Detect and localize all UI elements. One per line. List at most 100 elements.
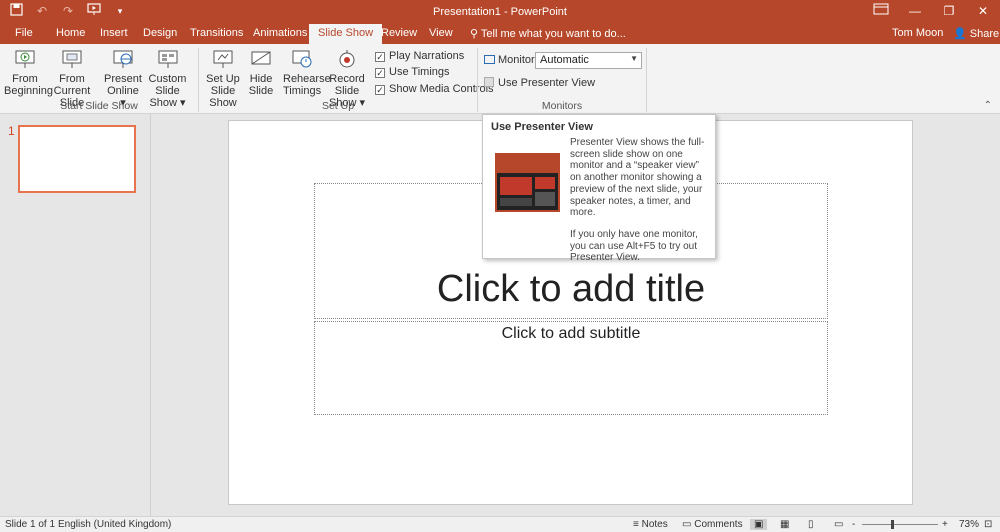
ribbon-tabs: File Home Insert Design Transitions Anim… <box>0 24 1000 44</box>
play-narrations-label: Play Narrations <box>389 50 465 62</box>
chevron-down-icon: ▼ <box>630 54 638 63</box>
tooltip-description: Presenter View shows the full-screen sli… <box>570 137 705 219</box>
from-beginning-icon <box>15 50 35 68</box>
tab-home[interactable]: Home <box>56 27 85 39</box>
zoom-level[interactable]: 73% <box>959 519 979 530</box>
present-online-icon <box>113 50 133 68</box>
zoom-slider-thumb[interactable] <box>891 520 895 529</box>
slide-sorter-icon: ▦ <box>780 519 790 530</box>
hide-slide-label-1: Hide <box>249 73 273 85</box>
present-online-label-1: Present <box>104 73 142 85</box>
group-label-monitors: Monitors <box>541 100 583 112</box>
set-up-slide-show-icon <box>213 50 233 68</box>
hide-slide-button[interactable]: Hide Slide <box>247 48 275 97</box>
from-current-slide-icon <box>62 50 82 68</box>
tooltip-title: Use Presenter View <box>491 121 593 133</box>
tab-transitions[interactable]: Transitions <box>190 27 243 39</box>
group-label-set-up: Set Up <box>321 100 355 112</box>
reading-view-button[interactable]: ▯ <box>808 519 814 530</box>
slides-pane: 1 <box>0 114 151 516</box>
subtitle-placeholder[interactable]: Click to add subtitle <box>314 321 828 415</box>
tab-file[interactable]: File <box>15 27 33 39</box>
from-beginning-button[interactable]: From Beginning <box>4 48 53 97</box>
zoom-in-button[interactable]: + <box>942 519 948 530</box>
title-bar: ↶ ↷ ▾ Presentation1 - PowerPoint — ❐ ✕ <box>0 0 1000 24</box>
normal-view-icon: ▣ <box>754 519 764 530</box>
presenter-view-tooltip: Use Presenter View Presenter View shows … <box>482 114 716 263</box>
checkbox-checked-icon: ✓ <box>375 52 385 62</box>
notes-label: Notes <box>641 519 668 530</box>
user-name[interactable]: Tom Moon <box>892 27 943 39</box>
lightbulb-icon: ⚲ <box>470 28 481 40</box>
slide-thumbnail-number: 1 <box>8 124 15 138</box>
from-beginning-label-1: From <box>12 73 38 85</box>
tab-animations[interactable]: Animations <box>253 27 307 39</box>
monitor-select-value: Automatic <box>540 54 589 66</box>
normal-view-button[interactable]: ▣ <box>750 519 768 530</box>
show-media-controls-checkbox[interactable]: ✓ Show Media Controls <box>375 83 494 95</box>
tab-slide-show[interactable]: Slide Show <box>309 24 383 44</box>
tab-design[interactable]: Design <box>143 27 177 39</box>
tell-me-text: Tell me what you want to do... <box>480 28 626 40</box>
status-bar: Slide 1 of 1 English (United Kingdom) ≡ … <box>0 516 1000 532</box>
ribbon-display-options-icon[interactable] <box>864 0 898 22</box>
custom-show-label-1: Custom Slide <box>148 73 187 97</box>
share-button[interactable]: 👤 Share <box>953 27 999 40</box>
subtitle-placeholder-text: Click to add subtitle <box>501 325 641 342</box>
use-presenter-view-label: Use Presenter View <box>498 77 596 89</box>
monitor-icon <box>484 55 495 64</box>
monitor-label-text: Monitor: <box>498 54 538 66</box>
monitor-label: Monitor: <box>484 54 538 66</box>
record-slide-show-icon <box>339 50 355 68</box>
use-timings-checkbox[interactable]: ✓ Use Timings <box>375 66 450 78</box>
reading-view-icon: ▯ <box>808 519 814 530</box>
zoom-slider[interactable] <box>862 524 938 525</box>
slide-show-button[interactable]: ▭ <box>834 519 843 530</box>
title-placeholder-text: Click to add title <box>436 268 706 310</box>
collapse-ribbon-icon[interactable]: ⌃ <box>984 100 992 111</box>
minimize-icon[interactable]: — <box>898 0 932 22</box>
rehearse-timings-icon <box>292 50 312 68</box>
tab-review[interactable]: Review <box>381 27 417 39</box>
notes-button[interactable]: ≡ Notes <box>633 519 668 530</box>
use-presenter-view-checkbox[interactable]: Use Presenter View <box>484 77 595 89</box>
window-controls: — ❐ ✕ <box>864 0 1000 22</box>
slide-thumbnail[interactable] <box>18 125 136 193</box>
person-icon: 👤 <box>953 28 967 40</box>
group-separator <box>198 48 199 112</box>
hide-slide-icon <box>251 51 271 65</box>
checkbox-checked-icon: ✓ <box>375 85 385 95</box>
window-title: Presentation1 - PowerPoint <box>433 6 567 18</box>
use-timings-label: Use Timings <box>389 66 450 78</box>
language-indicator[interactable]: English (United Kingdom) <box>58 519 171 530</box>
tab-insert[interactable]: Insert <box>100 27 128 39</box>
zoom-out-button[interactable]: - <box>852 519 855 530</box>
setup-show-label-1: Set Up <box>206 73 240 85</box>
comments-label: Comments <box>694 519 743 530</box>
comments-button[interactable]: ▭ Comments <box>682 519 743 530</box>
slide-sorter-button[interactable]: ▦ <box>780 519 789 530</box>
monitor-select[interactable]: Automatic ▼ <box>535 52 642 69</box>
record-label-1: Record Slide <box>329 73 365 97</box>
rehearse-label-2: Timings <box>283 85 322 97</box>
comment-icon: ▭ <box>682 519 692 530</box>
slide-count: Slide 1 of 1 <box>5 519 56 530</box>
share-label: Share <box>969 28 1000 40</box>
checkbox-checked-icon: ✓ <box>375 68 385 78</box>
close-icon[interactable]: ✕ <box>966 0 1000 22</box>
ribbon: From Beginning From Current Slide Presen… <box>0 44 1000 114</box>
fit-slide-icon[interactable]: ⊡ <box>984 519 992 530</box>
tooltip-hint: If you only have one monitor, you can us… <box>570 228 698 264</box>
rehearse-timings-button[interactable]: Rehearse Timings <box>283 48 331 97</box>
tell-me-box[interactable]: ⚲ Tell me what you want to do... <box>470 27 626 40</box>
tab-view[interactable]: View <box>429 27 453 39</box>
play-narrations-checkbox[interactable]: ✓ Play Narrations <box>375 50 464 62</box>
tooltip-body: Presenter View shows the full-screen sli… <box>570 137 712 264</box>
slide-show-icon: ▭ <box>834 519 844 530</box>
group-label-start-slide-show: Start Slide Show <box>60 100 138 112</box>
restore-icon[interactable]: ❐ <box>932 0 966 22</box>
custom-slide-show-icon <box>158 50 177 68</box>
from-current-label-1: From <box>59 73 85 85</box>
checkbox-unchecked-icon <box>484 77 494 87</box>
group-separator <box>646 48 647 112</box>
